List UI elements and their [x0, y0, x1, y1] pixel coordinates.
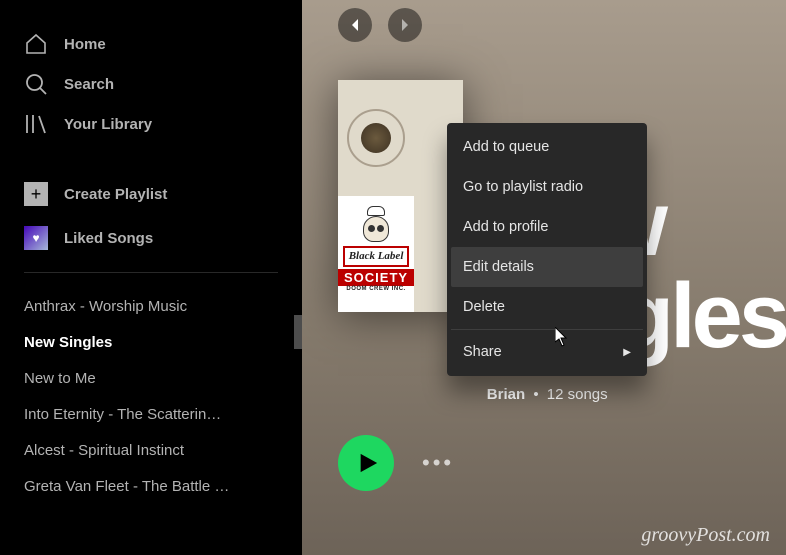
menu-edit-details[interactable]: Edit details: [451, 247, 643, 287]
library-icon: [24, 112, 48, 136]
context-menu: Add to queue Go to playlist radio Add to…: [447, 123, 647, 376]
sidebar-divider: [24, 272, 278, 273]
plus-icon: +: [24, 182, 48, 206]
cover-tile-3-sub: DOOM CREW INC.: [346, 286, 405, 292]
sidebar: Home Search Your Library + Create Playli…: [0, 0, 302, 555]
playlist-song-count: 12 songs: [547, 386, 608, 403]
playlist-item[interactable]: Greta Van Fleet - The Battle …: [24, 469, 278, 505]
cover-tile-3: Black Label SOCIETY DOOM CREW INC.: [338, 196, 414, 312]
chevron-left-icon: [347, 17, 363, 33]
history-nav: [338, 8, 786, 42]
meta-separator: •: [533, 386, 538, 403]
menu-add-to-profile[interactable]: Add to profile: [451, 207, 643, 247]
playlist-controls: •••: [338, 435, 786, 491]
playlist-meta: Brian • 12 songs: [487, 386, 786, 403]
playlist-item[interactable]: Into Eternity - The Scatterin…: [24, 397, 278, 433]
playlist-owner[interactable]: Brian: [487, 386, 525, 403]
nav-forward-button[interactable]: [388, 8, 422, 42]
menu-share[interactable]: Share ▶: [451, 332, 643, 372]
nav-home[interactable]: Home: [24, 24, 278, 64]
create-playlist[interactable]: + Create Playlist: [24, 172, 278, 216]
home-icon: [24, 32, 48, 56]
nav-library[interactable]: Your Library: [24, 104, 278, 144]
menu-go-to-radio[interactable]: Go to playlist radio: [451, 167, 643, 207]
nav-search-label: Search: [64, 76, 114, 93]
liked-songs[interactable]: ♥ Liked Songs: [24, 216, 278, 260]
chevron-right-icon: ▶: [623, 347, 631, 358]
playlist-item[interactable]: Anthrax - Worship Music: [24, 289, 278, 325]
menu-delete[interactable]: Delete: [451, 287, 643, 327]
play-button[interactable]: [338, 435, 394, 491]
cover-tile-1: [338, 80, 414, 196]
playlist-list: Anthrax - Worship Music New Singles New …: [0, 281, 302, 505]
create-playlist-label: Create Playlist: [64, 186, 167, 203]
nav-back-button[interactable]: [338, 8, 372, 42]
menu-divider: [451, 329, 643, 330]
playlist-cover[interactable]: Black Label SOCIETY DOOM CREW INC.: [338, 80, 463, 312]
heart-icon: ♥: [24, 226, 48, 250]
chevron-right-icon: [397, 17, 413, 33]
play-icon: [357, 452, 379, 474]
sidebar-nav-main: Home Search Your Library: [0, 24, 302, 144]
nav-home-label: Home: [64, 36, 106, 53]
menu-share-label: Share: [463, 344, 502, 360]
nav-search[interactable]: Search: [24, 64, 278, 104]
search-icon: [24, 72, 48, 96]
watermark: groovyPost.com: [641, 524, 770, 547]
sidebar-nav-secondary: + Create Playlist ♥ Liked Songs: [0, 172, 302, 260]
cover-tile-3-text2: SOCIETY: [338, 269, 414, 286]
playlist-item[interactable]: Alcest - Spiritual Instinct: [24, 433, 278, 469]
playlist-item[interactable]: New Singles: [24, 325, 278, 361]
playlist-item[interactable]: New to Me: [24, 361, 278, 397]
more-options-button[interactable]: •••: [422, 450, 454, 476]
scrollbar-thumb[interactable]: [294, 315, 302, 349]
menu-add-to-queue[interactable]: Add to queue: [451, 127, 643, 167]
liked-songs-label: Liked Songs: [64, 230, 153, 247]
cover-tile-3-text1: Black Label: [343, 246, 410, 266]
nav-library-label: Your Library: [64, 116, 152, 133]
app-root: Home Search Your Library + Create Playli…: [0, 0, 786, 555]
